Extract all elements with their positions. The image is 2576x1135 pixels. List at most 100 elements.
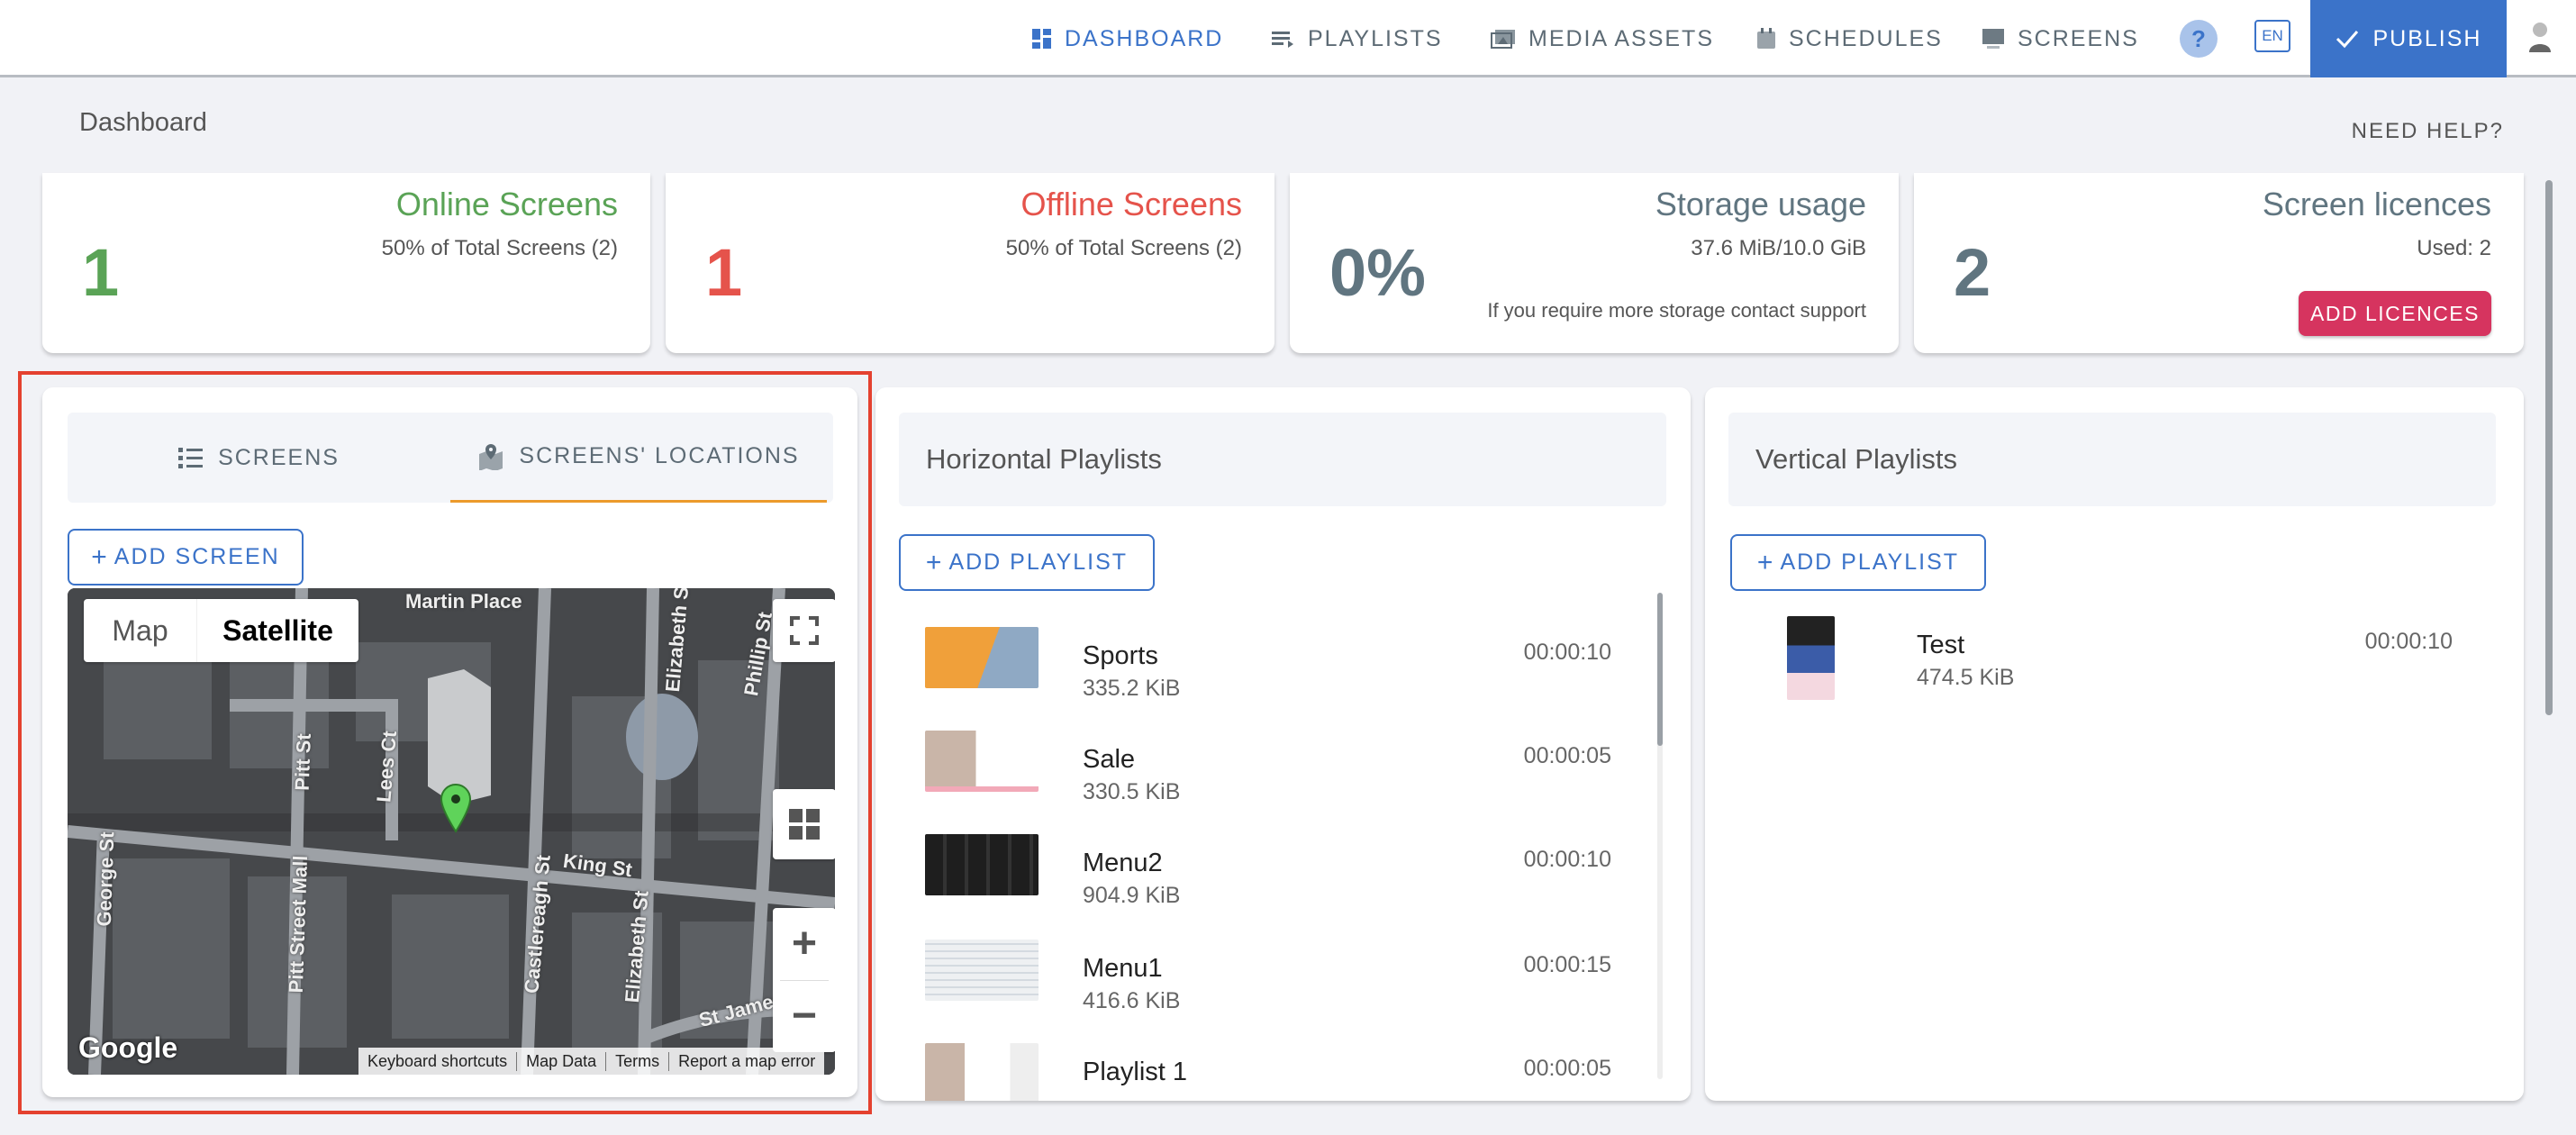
need-help-link[interactable]: NEED HELP? — [2352, 119, 2504, 144]
media-icon — [1491, 29, 1516, 49]
playlist-name: Menu2 — [1083, 849, 1163, 877]
stat-value: 2 — [1954, 235, 1991, 310]
horizontal-playlist-list: Sports 335.2 KiB 00:00:10 Sale 330.5 KiB… — [875, 387, 1691, 1101]
playlist-thumbnail — [925, 940, 1039, 1001]
publish-label: PUBLISH — [2372, 25, 2482, 51]
keyboard-shortcuts-link[interactable]: Keyboard shortcuts — [367, 1051, 518, 1071]
street-label: George St — [92, 831, 119, 927]
stat-title: Offline Screens — [1020, 186, 1242, 222]
stat-value: 0% — [1329, 235, 1426, 310]
stat-sub: 50% of Total Screens (2) — [1005, 236, 1242, 260]
playlist-name: Test — [1917, 631, 1965, 659]
playlist-scrollbar-thumb[interactable] — [1657, 593, 1663, 746]
stat-card-online: Online Screens 50% of Total Screens (2) … — [42, 173, 650, 353]
playlist-name: Playlist 1 — [1083, 1058, 1188, 1086]
stat-title: Screen licences — [2262, 186, 2491, 222]
stat-value: 1 — [82, 235, 120, 310]
screens-card: SCREENS SCREENS' LOCATIONS +ADD SCREEN — [42, 387, 857, 1097]
map-view[interactable]: Martin Place Elizabeth St Phillip St Pit… — [68, 588, 835, 1075]
playlist-duration: 00:00:15 — [1523, 952, 1611, 977]
nav-dashboard[interactable]: DASHBOARD — [1032, 0, 1223, 77]
map-type-satellite[interactable]: Satellite — [196, 599, 358, 662]
stat-sub: 50% of Total Screens (2) — [381, 236, 618, 260]
screens-tabs: SCREENS SCREENS' LOCATIONS — [68, 413, 833, 503]
map-type-map[interactable]: Map — [84, 614, 196, 648]
playlist-scrollbar-track[interactable] — [1657, 593, 1663, 1079]
plus-icon: + — [1756, 547, 1775, 577]
nav-screens[interactable]: SCREENS — [1982, 0, 2139, 77]
add-screen-label: ADD SCREEN — [113, 544, 280, 569]
add-playlist-label: ADD PLAYLIST — [1780, 549, 1960, 575]
google-logo: Google — [78, 1031, 178, 1064]
add-licences-button[interactable]: ADD LICENCES — [2299, 291, 2491, 336]
map-type-control: Map Satellite — [84, 599, 358, 662]
playlist-size: 474.5 KiB — [1917, 665, 2015, 690]
playlist-row[interactable]: Menu2 904.9 KiB 00:00:10 — [875, 834, 1611, 948]
nav-schedules[interactable]: SCHEDULES — [1756, 0, 1943, 77]
street-label: Pitt St — [290, 732, 315, 792]
street-label: Pitt Street Mall — [284, 855, 313, 994]
playlist-thumbnail — [925, 731, 1039, 792]
stat-card-storage: Storage usage 37.6 MiB/10.0 GiB 0% If yo… — [1290, 173, 1899, 353]
playlist-thumbnail — [925, 834, 1039, 895]
playlist-thumbnail — [925, 627, 1039, 688]
playlist-thumbnail — [1787, 616, 1835, 700]
page-title: Dashboard — [79, 108, 207, 137]
nav-screens-label: SCREENS — [2018, 25, 2139, 51]
stat-title: Storage usage — [1655, 186, 1866, 222]
zoom-out-button[interactable]: − — [792, 981, 817, 1052]
street-label: Martin Place — [405, 590, 522, 613]
map-data-link[interactable]: Map Data — [517, 1051, 607, 1071]
language-selector[interactable]: EN — [2254, 20, 2290, 52]
nav-media-assets[interactable]: MEDIA ASSETS — [1491, 0, 1714, 77]
playlist-row[interactable]: Sale 330.5 KiB 00:00:05 — [875, 731, 1611, 844]
calendar-icon — [1756, 28, 1776, 50]
playlist-thumbnail — [925, 1043, 1039, 1101]
add-screen-button[interactable]: + ADD SCREEN — [68, 529, 304, 586]
horizontal-playlists-card: Horizontal Playlists + ADD PLAYLIST Sport… — [875, 387, 1691, 1101]
tab-screens-label: SCREENS — [218, 444, 340, 470]
map-marker-icon[interactable] — [440, 783, 472, 838]
zoom-in-button[interactable]: + — [792, 908, 817, 980]
page-scrollbar[interactable] — [2545, 180, 2553, 715]
stat-value: 1 — [705, 235, 743, 310]
playlist-row[interactable]: Menu1 416.6 KiB 00:00:15 — [875, 940, 1611, 1053]
playlist-name: Sale — [1083, 745, 1136, 774]
nav-dashboard-label: DASHBOARD — [1065, 25, 1224, 51]
playlist-row[interactable]: Sports 335.2 KiB 00:00:10 — [875, 627, 1611, 740]
playlist-row[interactable]: Test 474.5 KiB 00:00:10 — [1705, 616, 2453, 730]
playlist-duration: 00:00:10 — [1523, 847, 1611, 872]
terms-link[interactable]: Terms — [606, 1051, 670, 1071]
top-navbar: DASHBOARD PLAYLISTS MEDIA ASSETS SCHEDUL… — [0, 0, 2576, 77]
user-avatar-icon[interactable] — [2526, 22, 2553, 59]
playlist-duration: 00:00:10 — [2364, 629, 2453, 654]
stat-sub: Used: 2 — [2417, 236, 2491, 260]
add-vertical-playlist-button[interactable]: + ADD PLAYLIST — [1730, 534, 1986, 591]
playlist-row[interactable]: Playlist 1 00:00:05 — [875, 1043, 1611, 1101]
vertical-playlists-title: Vertical Playlists — [1728, 413, 2496, 506]
tab-screens[interactable]: SCREENS — [68, 413, 450, 503]
stat-card-licences: Screen licences Used: 2 2 ADD LICENCES — [1914, 173, 2524, 353]
publish-button[interactable]: PUBLISH — [2310, 0, 2507, 77]
report-map-error-link[interactable]: Report a map error — [669, 1052, 815, 1071]
pegman-grid-icon[interactable] — [773, 789, 835, 859]
map-footer: Keyboard shortcuts Map Data Terms Report… — [358, 1048, 825, 1075]
playlist-name: Sports — [1083, 641, 1158, 670]
zoom-control: + − — [773, 908, 835, 1052]
tab-screens-locations[interactable]: SCREENS' LOCATIONS — [450, 413, 827, 503]
nav-schedules-label: SCHEDULES — [1789, 25, 1943, 51]
storage-note: If you require more storage contact supp… — [1487, 299, 1866, 322]
playlist-duration: 00:00:10 — [1523, 640, 1611, 665]
nav-playlists-label: PLAYLISTS — [1308, 25, 1443, 51]
language-label: EN — [2262, 27, 2283, 44]
help-icon[interactable]: ? — [2180, 20, 2218, 58]
playlist-size: 330.5 KiB — [1083, 779, 1181, 804]
playlist-duration: 00:00:05 — [1523, 1056, 1611, 1081]
playlist-duration: 00:00:05 — [1523, 743, 1611, 768]
nav-playlists[interactable]: PLAYLISTS — [1272, 0, 1443, 77]
vertical-playlists-card: Vertical Playlists + ADD PLAYLIST Test 47… — [1705, 387, 2524, 1101]
stat-title: Online Screens — [395, 186, 618, 222]
fullscreen-icon[interactable] — [773, 599, 835, 662]
playlist-name: Menu1 — [1083, 954, 1163, 983]
dashboard-icon — [1032, 29, 1052, 49]
